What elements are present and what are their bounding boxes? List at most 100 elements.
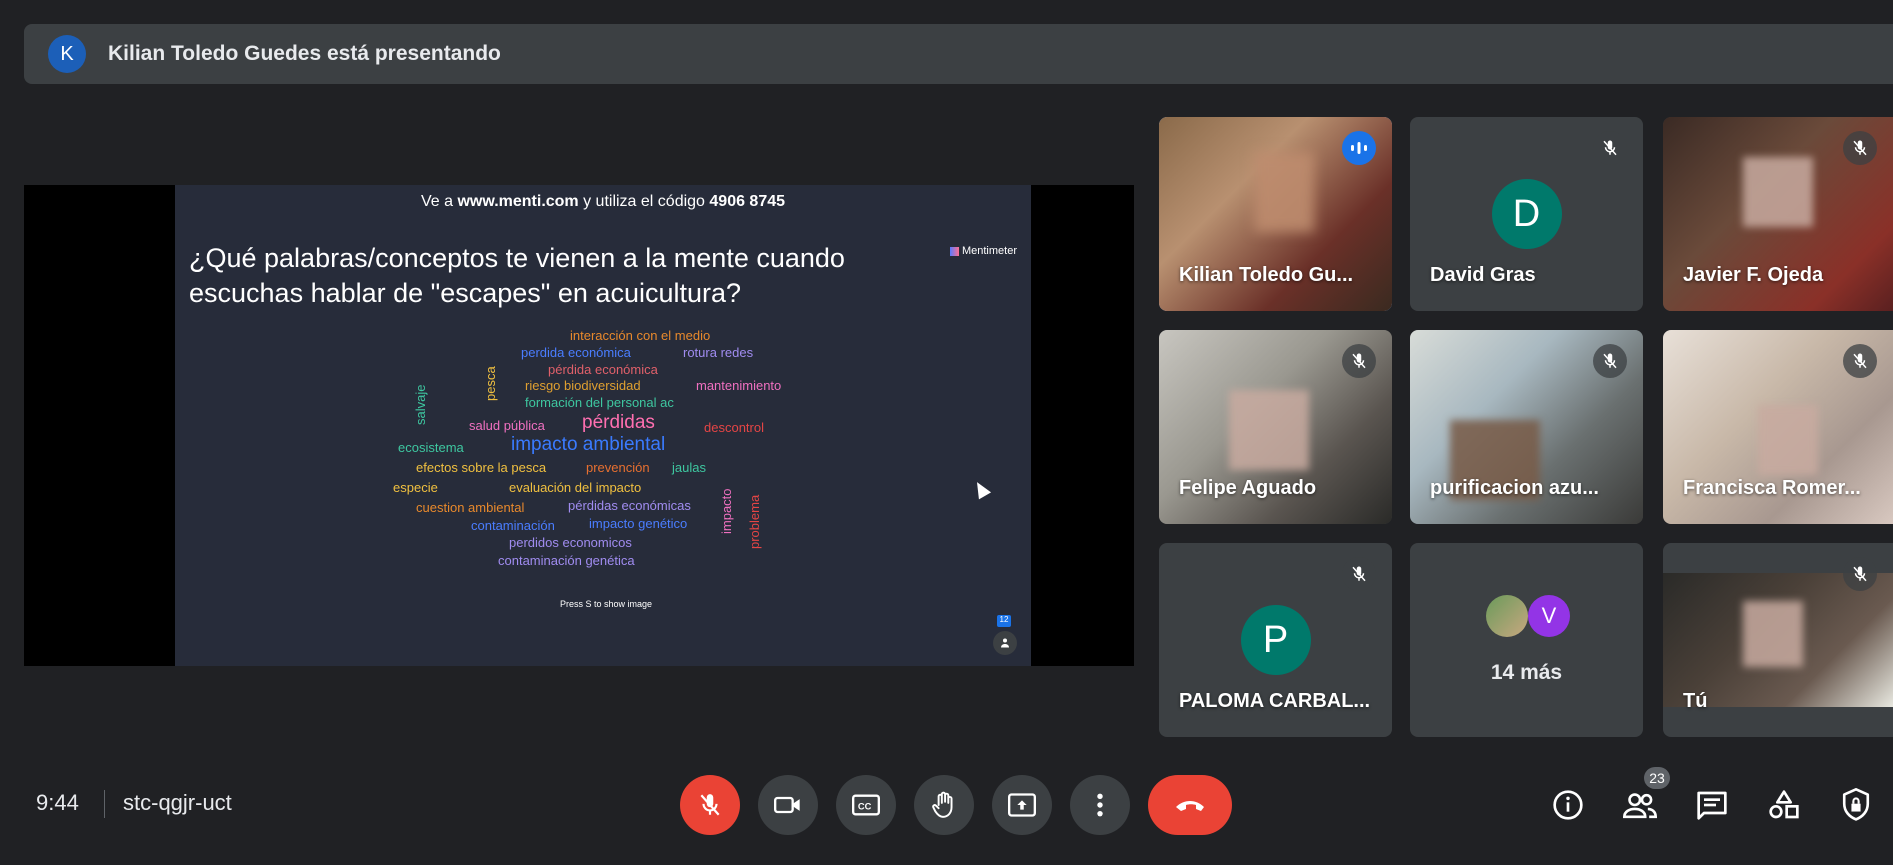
word-cloud-term: riesgo biodiversidad <box>525 378 641 393</box>
slide: Ve a www.menti.com y utiliza el código 4… <box>175 185 1031 666</box>
meeting-code: stc-qgjr-uct <box>123 790 232 815</box>
participant-name: PALOMA CARBAL... <box>1179 690 1371 712</box>
closed-caption-icon: CC <box>852 794 880 816</box>
people-count-badge: 23 <box>1644 767 1670 789</box>
participant-face <box>1229 390 1309 470</box>
present-screen-icon <box>1008 793 1036 817</box>
mentimeter-label: Mentimeter <box>961 245 1017 257</box>
word-cloud-term: prevención <box>586 460 650 475</box>
word-cloud-term: efectos sobre la pesca <box>416 460 547 475</box>
participant-name: David Gras <box>1430 264 1536 286</box>
self-tile[interactable]: Tú <box>1663 543 1893 737</box>
mic-off-icon <box>1843 557 1877 591</box>
word-cloud-term: especie <box>393 480 438 495</box>
mic-toggle-button[interactable] <box>680 775 740 835</box>
word-cloud-term: impacto ambiental <box>511 434 666 455</box>
presenter-banner: K Kilian Toledo Guedes está presentando <box>24 24 1893 84</box>
activities-icon <box>1769 790 1799 819</box>
participant-tile[interactable]: Felipe Aguado <box>1159 330 1392 524</box>
press-s-hint: Press S to show image <box>560 599 653 609</box>
participant-tile[interactable]: Francisca Romer... <box>1663 330 1893 524</box>
mic-off-icon <box>1593 131 1627 165</box>
people-button[interactable] <box>1620 785 1660 825</box>
participant-tile[interactable]: Kilian Toledo Gu... <box>1159 117 1392 311</box>
word-cloud-term: cuestion ambiental <box>416 500 525 515</box>
mic-off-icon <box>1593 344 1627 378</box>
word-cloud-term: salud pública <box>469 418 545 433</box>
word-cloud-term: evaluación del impacto <box>509 480 642 495</box>
svg-text:CC: CC <box>858 802 872 812</box>
word-cloud-term: descontrol <box>704 420 764 435</box>
code-number: 4906 8745 <box>709 193 786 210</box>
meeting-time: 9:44 <box>36 790 79 815</box>
word-cloud-term: impacto genético <box>589 516 688 531</box>
more-participants-label: 14 más <box>1490 661 1563 684</box>
videocam-icon <box>774 796 800 814</box>
host-controls-icon <box>1842 788 1870 821</box>
word-cloud-term: pérdida económica <box>548 362 658 377</box>
participant-face <box>1254 152 1314 232</box>
word-cloud-term: impacto <box>719 488 734 534</box>
code-middle: y utiliza el código <box>578 193 710 210</box>
mic-off-icon <box>1843 131 1877 165</box>
code-site: www.menti.com <box>457 193 579 210</box>
captions-button[interactable]: CC <box>836 775 896 835</box>
participant-face <box>1758 405 1818 475</box>
word-cloud-term: problema <box>747 494 762 549</box>
slide-question: ¿Qué palabras/conceptos te vienen a la m… <box>189 243 845 308</box>
person-icon <box>993 631 1017 655</box>
word-cloud-term: perdidos economicos <box>509 535 632 550</box>
participant-tile[interactable]: Javier F. Ojeda <box>1663 117 1893 311</box>
people-icon <box>1623 793 1657 819</box>
present-screen-button[interactable] <box>992 775 1052 835</box>
host-controls-button[interactable] <box>1836 785 1876 825</box>
word-cloud-term: perdida económica <box>521 345 631 360</box>
participant-name: Felipe Aguado <box>1179 477 1317 499</box>
word-cloud-term: salvaje <box>413 384 428 425</box>
mic-off-icon <box>700 794 720 816</box>
participant-tile[interactable]: D David Gras <box>1410 117 1643 311</box>
call-end-icon <box>1176 801 1204 811</box>
participant-name: Tú <box>1683 690 1708 712</box>
participant-tile[interactable]: purificacion azu... <box>1410 330 1643 524</box>
mic-off-icon <box>1342 557 1376 591</box>
raise-hand-button[interactable] <box>914 775 974 835</box>
word-cloud-term: contaminación genética <box>498 553 635 568</box>
code-prefix: Ve a <box>420 193 458 210</box>
word-cloud-term: mantenimiento <box>696 378 782 393</box>
overflow-tile[interactable]: V 14 más <box>1410 543 1643 737</box>
word-cloud-term: interacción con el medio <box>570 328 711 343</box>
camera-toggle-button[interactable] <box>758 775 818 835</box>
more-vert-icon <box>1097 793 1103 817</box>
more-options-button[interactable] <box>1070 775 1130 835</box>
chat-icon <box>1697 791 1727 820</box>
activities-button[interactable] <box>1764 785 1804 825</box>
participant-tile[interactable]: P PALOMA CARBAL... <box>1159 543 1392 737</box>
leave-call-button[interactable] <box>1148 775 1232 835</box>
word-cloud-term: pérdidas <box>582 412 655 433</box>
word-cloud-term: pesca <box>483 366 498 401</box>
presenter-label: Kilian Toledo Guedes está presentando <box>108 42 501 65</box>
raise-hand-icon <box>932 791 953 818</box>
participant-face <box>1743 157 1813 227</box>
participant-thumbnail <box>1486 595 1528 637</box>
divider <box>104 790 105 818</box>
word-cloud-term: jaulas <box>672 460 706 475</box>
participant-name: Francisca Romer... <box>1683 477 1861 499</box>
participant-name: purificacion azu... <box>1430 477 1599 499</box>
participant-avatar: P <box>1240 605 1311 675</box>
word-cloud-term: formación del personal ac <box>525 395 674 410</box>
presenter-avatar: K <box>48 35 86 73</box>
mentimeter-logo: Mentimeter <box>949 245 1017 257</box>
slide-code-line: Ve a www.menti.com y utiliza el código 4… <box>175 193 1031 211</box>
participant-name: Javier F. Ojeda <box>1683 264 1824 286</box>
participant-name: Kilian Toledo Gu... <box>1179 264 1354 286</box>
meeting-info-button[interactable] <box>1548 785 1588 825</box>
participant-avatar: V <box>1528 595 1570 637</box>
mentimeter-mark-icon <box>949 246 959 256</box>
word-cloud-term: ecosistema <box>398 440 464 455</box>
chat-button[interactable] <box>1692 785 1732 825</box>
presentation-stage[interactable]: Ve a www.menti.com y utiliza el código 4… <box>24 185 1134 666</box>
respondent-count: 12 <box>997 615 1011 627</box>
info-icon <box>1553 790 1583 820</box>
